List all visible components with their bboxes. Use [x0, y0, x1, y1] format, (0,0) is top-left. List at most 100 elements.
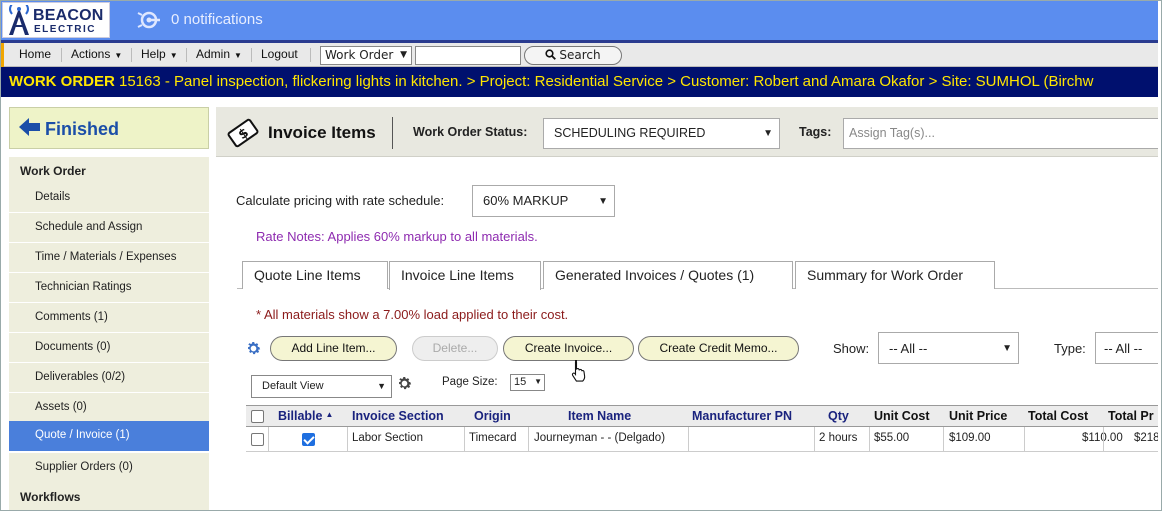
- cell-invoice-section: Labor Section: [352, 432, 423, 444]
- table-row[interactable]: Labor Section Timecard Journeyman - - (D…: [246, 427, 1162, 452]
- column-divider: [347, 427, 348, 452]
- type-filter-select[interactable]: -- All --: [1095, 332, 1162, 364]
- col-item-name[interactable]: Item Name: [568, 409, 631, 423]
- col-invoice-section[interactable]: Invoice Section: [352, 409, 444, 423]
- menu-admin[interactable]: Admin ▼: [196, 47, 242, 61]
- logo-text-secondary: ELECTRIC: [34, 24, 96, 35]
- page-title: Invoice Items: [268, 123, 376, 142]
- beacon-electric-logo[interactable]: BEACON ELECTRIC: [2, 2, 110, 38]
- column-divider: [688, 427, 689, 452]
- materials-load-note: * All materials show a 7.00% load applie…: [256, 307, 569, 322]
- tab-quote-line-items[interactable]: Quote Line Items: [242, 261, 388, 289]
- sidebar-item-deliverables[interactable]: Deliverables (0/2): [9, 363, 209, 393]
- search-scope-select[interactable]: Work Order ▼: [320, 46, 412, 65]
- menu-actions[interactable]: Actions ▼: [71, 47, 122, 61]
- chevron-down-icon: ▼: [400, 50, 407, 60]
- sidebar-item-supplier-orders[interactable]: Supplier Orders (0): [9, 453, 209, 483]
- chevron-down-icon: ▼: [377, 381, 386, 391]
- col-billable[interactable]: Billable ▲: [278, 409, 333, 423]
- notifications-count[interactable]: 0 notifications: [171, 11, 263, 28]
- tab-invoice-line-items[interactable]: Invoice Line Items: [389, 261, 541, 290]
- menu-logout[interactable]: Logout: [261, 47, 298, 61]
- menu-divider: [310, 48, 311, 62]
- col-unit-cost[interactable]: Unit Cost: [874, 409, 930, 423]
- type-filter-value: -- All --: [1104, 341, 1143, 356]
- sidebar-item-documents[interactable]: Documents (0): [9, 333, 209, 363]
- menu-logout-label: Logout: [261, 47, 298, 61]
- rate-schedule-select[interactable]: 60% MARKUP ▼: [472, 185, 615, 217]
- menu-actions-label: Actions: [71, 47, 111, 61]
- add-line-item-button[interactable]: Add Line Item...: [270, 336, 397, 361]
- row-select-checkbox[interactable]: [251, 433, 264, 446]
- column-divider: [943, 427, 944, 452]
- work-order-status-value: SCHEDULING REQUIRED: [554, 126, 706, 140]
- delete-button[interactable]: Delete...: [412, 336, 498, 361]
- column-divider: [464, 427, 465, 452]
- col-qty[interactable]: Qty: [828, 409, 849, 423]
- menu-help[interactable]: Help ▼: [141, 47, 178, 61]
- header-divider: [392, 117, 393, 149]
- breadcrumb-prefix: WORK ORDER: [9, 73, 115, 90]
- menu-home-label: Home: [19, 47, 52, 61]
- column-divider: [869, 427, 870, 452]
- cell-unit-price: $109.00: [949, 432, 991, 444]
- cell-qty: 2 hours: [819, 432, 858, 444]
- invoice-money-icon: $: [227, 118, 259, 148]
- cell-unit-cost: $55.00: [874, 432, 910, 444]
- line-items-grid-header: Billable ▲ Invoice Section Origin Item Na…: [246, 405, 1162, 427]
- create-credit-memo-button[interactable]: Create Credit Memo...: [638, 336, 799, 361]
- sidebar-item-assets[interactable]: Assets (0): [9, 393, 209, 423]
- view-settings-gear-icon[interactable]: [396, 375, 413, 392]
- sidebar-item-comments[interactable]: Comments (1): [9, 303, 209, 333]
- sidebar-item-details[interactable]: Details: [9, 183, 209, 213]
- cell-origin: Timecard: [469, 432, 517, 444]
- finished-button[interactable]: Finished: [9, 107, 209, 149]
- column-divider: [814, 427, 815, 452]
- tags-input[interactable]: Assign Tag(s)...: [843, 118, 1162, 149]
- col-manufacturer-pn[interactable]: Manufacturer PN: [692, 409, 792, 423]
- col-unit-price[interactable]: Unit Price: [949, 409, 1007, 423]
- tab-generated-invoices[interactable]: Generated Invoices / Quotes (1): [543, 261, 793, 289]
- show-filter-select[interactable]: -- All -- ▼: [878, 332, 1019, 364]
- menu-divider: [131, 48, 132, 62]
- tab-summary[interactable]: Summary for Work Order: [795, 261, 995, 289]
- page-size-label: Page Size:: [442, 376, 498, 388]
- gear-icon[interactable]: [245, 340, 262, 357]
- search-icon: [545, 49, 557, 60]
- sidebar-item-schedule[interactable]: Schedule and Assign: [9, 213, 209, 243]
- breadcrumb-text[interactable]: 15163 - Panel inspection, flickering lig…: [115, 73, 1093, 90]
- search-input[interactable]: [415, 46, 521, 65]
- select-all-checkbox[interactable]: [251, 410, 264, 423]
- menu-help-label: Help: [141, 47, 166, 61]
- menu-home[interactable]: Home: [19, 47, 51, 61]
- col-origin[interactable]: Origin: [474, 409, 511, 423]
- finished-label: Finished: [45, 119, 120, 139]
- sidebar-item-time-materials[interactable]: Time / Materials / Expenses: [9, 243, 209, 273]
- menu-divider: [251, 48, 252, 62]
- tags-label: Tags:: [799, 125, 832, 139]
- caret-down-icon: ▼: [234, 51, 242, 60]
- menu-divider: [186, 48, 187, 62]
- create-invoice-button[interactable]: Create Invoice...: [503, 336, 634, 361]
- sidebar-item-technician-ratings[interactable]: Technician Ratings: [9, 273, 209, 303]
- col-total-cost[interactable]: Total Cost: [1028, 409, 1088, 423]
- notifications-icon[interactable]: [136, 9, 162, 31]
- caret-down-icon: ▼: [169, 51, 178, 60]
- chevron-down-icon: ▼: [763, 128, 773, 139]
- work-order-status-select[interactable]: SCHEDULING REQUIRED ▼: [543, 118, 780, 149]
- col-total-price[interactable]: Total Pr: [1108, 409, 1154, 423]
- rate-schedule-label: Calculate pricing with rate schedule:: [236, 193, 445, 208]
- search-button-label: Search: [559, 48, 601, 62]
- billable-checkbox[interactable]: [302, 433, 315, 446]
- col-billable-label: Billable: [278, 409, 323, 423]
- sort-ascending-icon: ▲: [325, 410, 334, 419]
- sidebar-item-quote-invoice[interactable]: Quote / Invoice (1): [9, 421, 209, 451]
- work-order-status-label: Work Order Status:: [413, 125, 528, 139]
- page-size-select[interactable]: 15 ▼: [510, 374, 545, 391]
- menu-bar: Home Actions ▼ Help ▼ Admin ▼ Logout Work O…: [0, 40, 1162, 67]
- view-select[interactable]: Default View ▼: [251, 375, 392, 398]
- sidebar-section-workflows[interactable]: Workflows: [9, 483, 209, 511]
- top-banner: BEACON ELECTRIC 0 notifications: [0, 0, 1162, 40]
- column-divider: [528, 427, 529, 452]
- search-button[interactable]: Search: [524, 46, 622, 65]
